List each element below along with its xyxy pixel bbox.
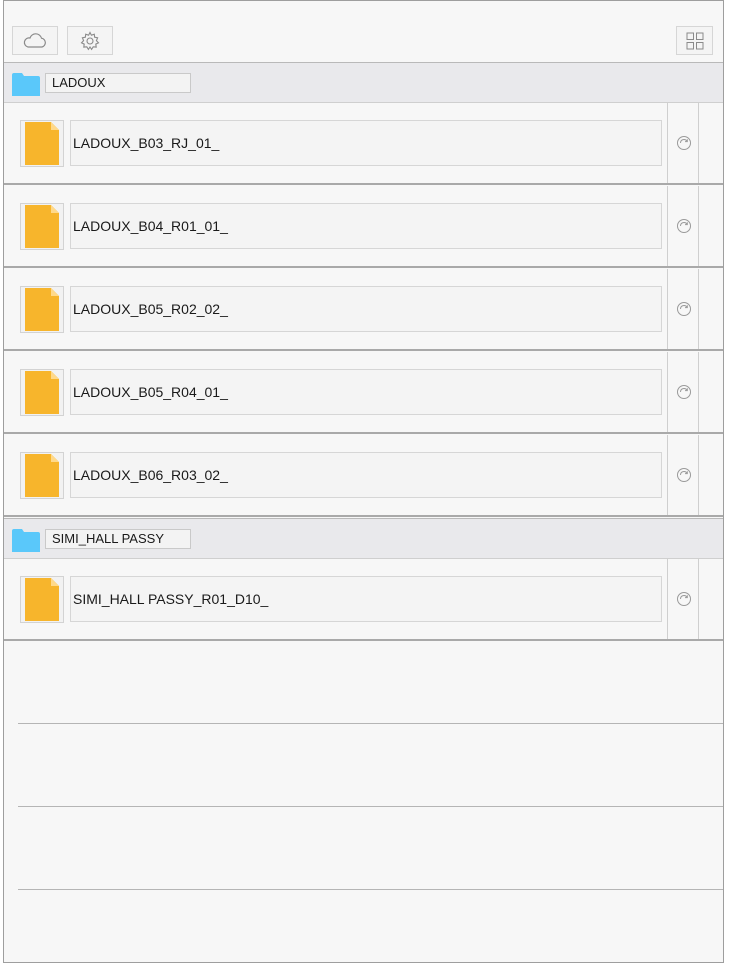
document-icon xyxy=(20,576,64,623)
file-row[interactable]: LADOUX_B06_R03_02_ xyxy=(4,435,723,517)
sync-icon[interactable] xyxy=(676,384,692,400)
document-icon xyxy=(20,286,64,333)
empty-row-divider xyxy=(18,889,723,890)
file-name-field[interactable]: LADOUX_B05_R04_01_ xyxy=(70,369,662,415)
folder-icon xyxy=(11,527,41,558)
row-action-column xyxy=(667,559,699,639)
document-icon xyxy=(20,452,64,499)
file-row[interactable]: LADOUX_B04_R01_01_ xyxy=(4,186,723,268)
cloud-button[interactable] xyxy=(12,26,58,55)
row-action-column xyxy=(667,103,699,183)
file-name-field[interactable]: LADOUX_B06_R03_02_ xyxy=(70,452,662,498)
layout-button[interactable] xyxy=(676,26,713,55)
gear-icon xyxy=(80,30,100,50)
row-action-column xyxy=(667,186,699,266)
row-action-column xyxy=(667,352,699,432)
sync-icon[interactable] xyxy=(676,591,692,607)
folder-icon xyxy=(11,71,41,102)
folder-row[interactable]: SIMI_HALL PASSY xyxy=(4,518,723,559)
sync-icon[interactable] xyxy=(676,135,692,151)
cloud-icon xyxy=(23,32,46,48)
empty-row-divider xyxy=(18,806,723,807)
file-name-field[interactable]: LADOUX_B03_RJ_01_ xyxy=(70,120,662,166)
row-action-column xyxy=(667,435,699,515)
folder-name-field[interactable]: LADOUX xyxy=(45,73,191,93)
document-icon xyxy=(20,120,64,167)
toolbar xyxy=(4,1,723,63)
file-row[interactable]: LADOUX_B03_RJ_01_ xyxy=(4,103,723,185)
file-name-field[interactable]: SIMI_HALL PASSY_R01_D10_ xyxy=(70,576,662,622)
folder-name-field[interactable]: SIMI_HALL PASSY xyxy=(45,529,191,549)
file-row[interactable]: LADOUX_B05_R04_01_ xyxy=(4,352,723,434)
file-name-field[interactable]: LADOUX_B05_R02_02_ xyxy=(70,286,662,332)
empty-row-divider xyxy=(18,723,723,724)
document-icon xyxy=(20,203,64,250)
app-window: LADOUX LADOUX_B03_RJ_01_ LADOUX_B04_R01_01… xyxy=(3,0,724,963)
file-row[interactable]: SIMI_HALL PASSY_R01_D10_ xyxy=(4,559,723,641)
document-icon xyxy=(20,369,64,416)
sync-icon[interactable] xyxy=(676,301,692,317)
file-row[interactable]: LADOUX_B05_R02_02_ xyxy=(4,269,723,351)
row-action-column xyxy=(667,269,699,349)
file-name-field[interactable]: LADOUX_B04_R01_01_ xyxy=(70,203,662,249)
sync-icon[interactable] xyxy=(676,218,692,234)
sync-icon[interactable] xyxy=(676,467,692,483)
folder-row[interactable]: LADOUX xyxy=(4,62,723,103)
settings-button[interactable] xyxy=(67,26,113,55)
grid-icon xyxy=(686,32,703,49)
